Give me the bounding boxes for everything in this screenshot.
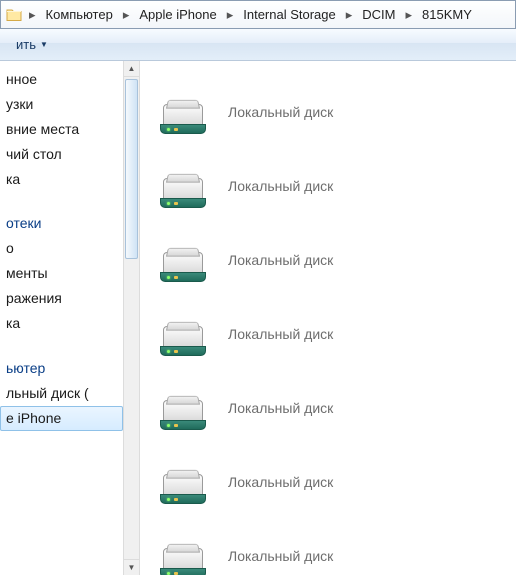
toolbar: ить ▼: [0, 29, 516, 61]
breadcrumb-internal-storage[interactable]: Internal Storage: [237, 1, 342, 28]
chevron-right-icon[interactable]: ▸: [402, 1, 417, 28]
tree-item-iphone[interactable]: e iPhone: [0, 406, 123, 431]
tree-item[interactable]: ражения: [0, 286, 123, 311]
file-item[interactable]: Локальный диск: [158, 75, 512, 149]
local-disk-icon: [158, 90, 208, 134]
file-label: Локальный диск: [228, 252, 333, 268]
scrollbar-thumb[interactable]: [125, 79, 138, 259]
local-disk-icon: [158, 312, 208, 356]
file-item[interactable]: Локальный диск: [158, 149, 512, 223]
toolbar-dropdown[interactable]: ить ▼: [10, 35, 54, 54]
file-list[interactable]: Локальный диск Локальный диск Локальный …: [140, 61, 516, 575]
toolbar-label: ить: [16, 37, 36, 52]
breadcrumb-iphone[interactable]: Apple iPhone: [133, 1, 222, 28]
breadcrumb-computer[interactable]: Компьютер: [40, 1, 119, 28]
file-label: Локальный диск: [228, 104, 333, 120]
file-label: Локальный диск: [228, 474, 333, 490]
tree-item[interactable]: о: [0, 236, 123, 261]
chevron-right-icon[interactable]: ▸: [223, 1, 238, 28]
local-disk-icon: [158, 238, 208, 282]
local-disk-icon: [158, 164, 208, 208]
file-item[interactable]: Локальный диск: [158, 223, 512, 297]
chevron-right-icon[interactable]: ▸: [119, 1, 134, 28]
chevron-down-icon: ▼: [40, 40, 48, 49]
sidebar-scrollbar[interactable]: ▲ ▼: [123, 61, 140, 575]
tree-item[interactable]: узки: [0, 92, 123, 117]
file-item[interactable]: Локальный диск: [158, 519, 512, 575]
tree-item[interactable]: вние места: [0, 117, 123, 142]
tree-header-computer[interactable]: ьютер: [0, 356, 123, 381]
nav-tree[interactable]: нное узки вние места чий стол ка отеки о…: [0, 61, 123, 575]
scroll-up-icon[interactable]: ▲: [124, 61, 139, 77]
tree-item[interactable]: чий стол: [0, 142, 123, 167]
folder-icon: [5, 6, 23, 24]
file-item[interactable]: Локальный диск: [158, 445, 512, 519]
local-disk-icon: [158, 534, 208, 575]
tree-item[interactable]: нное: [0, 67, 123, 92]
tree-header-libraries[interactable]: отеки: [0, 211, 123, 236]
chevron-right-icon[interactable]: ▸: [342, 1, 357, 28]
local-disk-icon: [158, 460, 208, 504]
tree-item[interactable]: ка: [0, 311, 123, 336]
file-item[interactable]: Локальный диск: [158, 297, 512, 371]
file-item[interactable]: Локальный диск: [158, 371, 512, 445]
scroll-down-icon[interactable]: ▼: [124, 559, 139, 575]
tree-item-local-disk[interactable]: льный диск (: [0, 381, 123, 406]
breadcrumb-dcim[interactable]: DCIM: [356, 1, 401, 28]
tree-item[interactable]: менты: [0, 261, 123, 286]
chevron-right-icon[interactable]: ▸: [25, 1, 40, 28]
address-bar[interactable]: ▸ Компьютер ▸ Apple iPhone ▸ Internal St…: [0, 0, 516, 29]
main: нное узки вние места чий стол ка отеки о…: [0, 61, 516, 575]
tree-item[interactable]: ка: [0, 167, 123, 192]
breadcrumb-folder[interactable]: 815KMY: [416, 1, 478, 28]
file-label: Локальный диск: [228, 178, 333, 194]
file-label: Локальный диск: [228, 548, 333, 564]
local-disk-icon: [158, 386, 208, 430]
file-label: Локальный диск: [228, 400, 333, 416]
file-label: Локальный диск: [228, 326, 333, 342]
